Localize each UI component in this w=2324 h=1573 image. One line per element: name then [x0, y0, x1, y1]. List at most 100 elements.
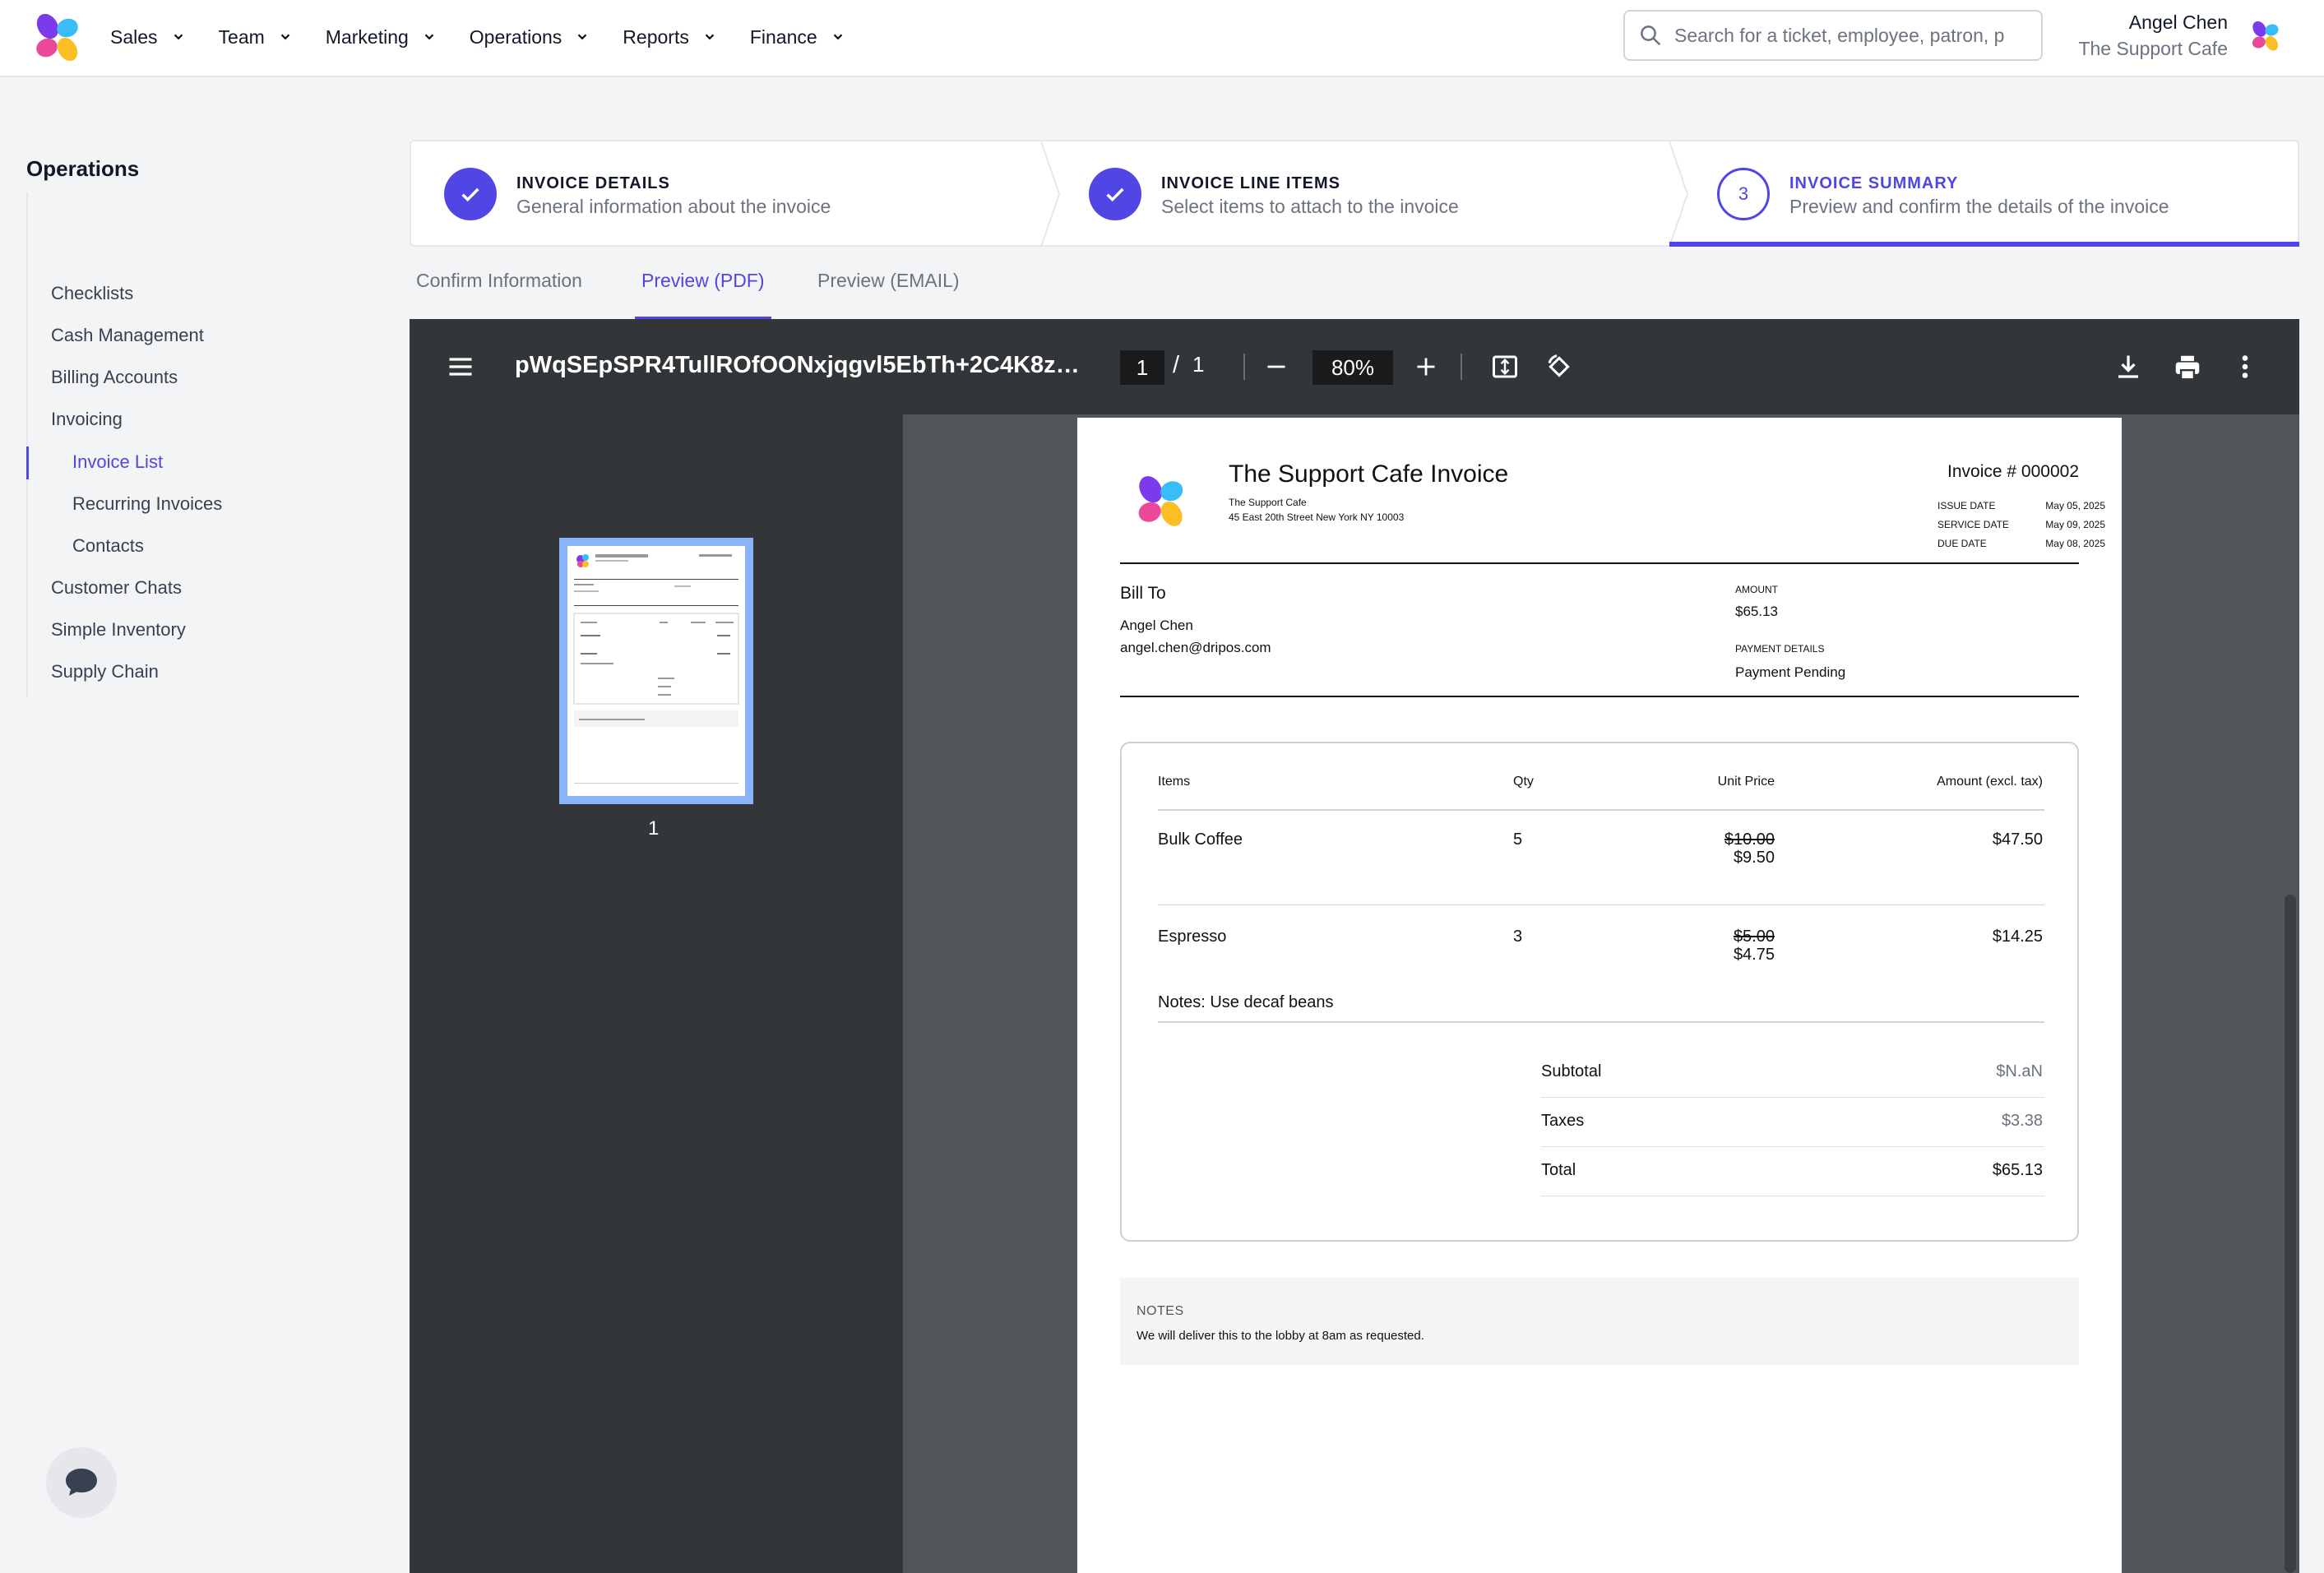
- nav-team[interactable]: Team: [219, 26, 293, 49]
- total-value: $65.13: [1992, 1161, 2043, 1179]
- nav-team-label: Team: [218, 25, 265, 48]
- sidebar-item-billing-accounts[interactable]: Billing Accounts: [28, 367, 178, 388]
- pdf-scrollbar[interactable]: [2285, 895, 2296, 1573]
- support-chat-button[interactable]: [46, 1447, 117, 1518]
- row-amount: $14.25: [1992, 928, 2043, 946]
- row-qty: 3: [1513, 928, 1523, 946]
- service-date-row: SERVICE DATE May 09, 2025: [1937, 519, 2105, 538]
- step-invoice-summary[interactable]: 3 INVOICE SUMMARY Preview and confirm th…: [1684, 141, 2299, 247]
- fit-page-icon[interactable]: [1490, 352, 1520, 382]
- step-invoice-details[interactable]: INVOICE DETAILS General information abou…: [411, 141, 1044, 247]
- chevron-down-icon: [705, 34, 715, 40]
- sidebar-item-checklists[interactable]: Checklists: [28, 283, 133, 304]
- thumbnail-preview: [567, 546, 745, 796]
- issue-date-row: ISSUE DATE May 05, 2025: [1937, 500, 2105, 519]
- header-row-divider: [1158, 809, 2044, 811]
- chat-bubble-icon: [66, 1469, 97, 1496]
- nav-reports-label: Reports: [623, 25, 689, 48]
- subtotal-value: $N.aN: [1996, 1062, 2043, 1080]
- nav-marketing[interactable]: Marketing: [326, 26, 437, 49]
- search-input[interactable]: [1674, 24, 2012, 47]
- notes-label: NOTES: [1137, 1304, 1184, 1318]
- page-separator: /: [1173, 352, 1180, 378]
- more-options-icon[interactable]: [2237, 352, 2253, 382]
- amount-value: $65.13: [1735, 604, 1778, 619]
- line-items-table: Items Qty Unit Price Amount (excl. tax) …: [1120, 742, 2079, 1242]
- step-complete-badge: [444, 168, 497, 220]
- main-nav: Sales Team Marketing Operations Reports …: [110, 0, 878, 74]
- sidebar-item-recurring-invoices[interactable]: Recurring Invoices: [28, 493, 222, 515]
- customer-name: Angel Chen: [1120, 618, 1193, 633]
- chevron-down-icon: [424, 34, 434, 40]
- tab-preview-pdf[interactable]: Preview (PDF): [635, 260, 771, 319]
- tab-confirm-information[interactable]: Confirm Information: [410, 260, 589, 319]
- billing-divider: [1120, 696, 2079, 697]
- nav-operations-label: Operations: [469, 25, 562, 48]
- chevron-down-icon: [280, 34, 290, 40]
- amount-label: AMOUNT: [1735, 584, 1778, 595]
- step-number-badge: 3: [1717, 168, 1770, 220]
- totals-divider: [1541, 1146, 2044, 1147]
- col-header-unit-price: Unit Price: [1717, 775, 1775, 789]
- page-number-input[interactable]: 1: [1120, 350, 1164, 385]
- top-nav-bar: Sales Team Marketing Operations Reports …: [0, 0, 2324, 77]
- row-divider: [1158, 904, 2044, 905]
- sidebar-item-simple-inventory[interactable]: Simple Inventory: [28, 619, 186, 641]
- step-complete-badge: [1089, 168, 1141, 220]
- taxes-value: $3.38: [2001, 1112, 2043, 1130]
- row-amount: $47.50: [1992, 830, 2043, 849]
- nav-operations[interactable]: Operations: [470, 26, 590, 49]
- global-search[interactable]: [1623, 10, 2043, 61]
- chevron-down-icon: [174, 34, 183, 40]
- sidebar-item-customer-chats[interactable]: Customer Chats: [28, 577, 182, 599]
- thumbnail-pane: 1: [410, 414, 903, 1573]
- taxes-label: Taxes: [1541, 1112, 1585, 1130]
- download-icon[interactable]: [2113, 352, 2143, 382]
- subtotal-label: Subtotal: [1541, 1062, 1602, 1080]
- menu-icon[interactable]: [446, 352, 475, 382]
- step-invoice-line-items[interactable]: INVOICE LINE ITEMS Select items to attac…: [1056, 141, 1669, 247]
- date-label: ISSUE DATE: [1937, 500, 1996, 511]
- sidebar-item-contacts[interactable]: Contacts: [28, 535, 144, 557]
- user-menu[interactable]: Angel Chen The Support Cafe: [2078, 10, 2228, 62]
- date-value: May 08, 2025: [2045, 538, 2105, 549]
- header-divider: [1120, 562, 2079, 564]
- rotate-icon[interactable]: [1544, 352, 1574, 382]
- sidebar-item-supply-chain[interactable]: Supply Chain: [28, 661, 159, 682]
- items-end-divider: [1158, 1021, 2044, 1023]
- step-subtitle: Preview and confirm the details of the i…: [1789, 196, 2169, 217]
- nav-sales[interactable]: Sales: [110, 26, 186, 49]
- sidebar-item-invoicing[interactable]: Invoicing: [28, 409, 123, 430]
- invoice-title: The Support Cafe Invoice: [1229, 460, 1509, 488]
- bill-to-label: Bill To: [1120, 584, 1166, 603]
- org-logo-icon[interactable]: [2249, 20, 2282, 53]
- tab-preview-email[interactable]: Preview (EMAIL): [811, 260, 966, 319]
- zoom-out-icon[interactable]: [1265, 355, 1288, 378]
- row-item-name: Bulk Coffee: [1158, 830, 1243, 849]
- sidebar: Operations Checklists Cash Management Bi…: [0, 77, 410, 1573]
- print-icon[interactable]: [2171, 352, 2204, 383]
- invoice-number: Invoice # 000002: [1947, 462, 2079, 481]
- step-title: INVOICE LINE ITEMS: [1161, 174, 1341, 192]
- sidebar-title: Operations: [26, 156, 140, 181]
- zoom-level[interactable]: 80%: [1312, 350, 1393, 385]
- user-name: Angel Chen: [2128, 12, 2228, 33]
- zoom-in-icon[interactable]: [1414, 355, 1437, 378]
- check-icon: [461, 187, 479, 202]
- sidebar-list: Checklists Cash Management Billing Accou…: [25, 192, 372, 697]
- sidebar-item-cash-management[interactable]: Cash Management: [28, 325, 204, 346]
- step-title: INVOICE SUMMARY: [1789, 174, 1959, 192]
- user-org: The Support Cafe: [2078, 38, 2228, 59]
- dripos-logo[interactable]: [31, 12, 84, 64]
- step-subtitle: General information about the invoice: [516, 196, 831, 217]
- page-thumbnail[interactable]: [559, 538, 753, 804]
- sidebar-item-invoice-list[interactable]: Invoice List: [25, 446, 163, 479]
- row-original-price: $5.00: [1733, 928, 1775, 946]
- col-header-amount: Amount (excl. tax): [1937, 775, 2043, 789]
- page-total: 1: [1192, 352, 1205, 377]
- nav-finance[interactable]: Finance: [750, 26, 845, 49]
- toolbar-divider: [1243, 354, 1245, 380]
- step-subtitle: Select items to attach to the invoice: [1161, 196, 1459, 217]
- row-note: Notes: Use decaf beans: [1158, 993, 1334, 1011]
- nav-reports[interactable]: Reports: [623, 26, 717, 49]
